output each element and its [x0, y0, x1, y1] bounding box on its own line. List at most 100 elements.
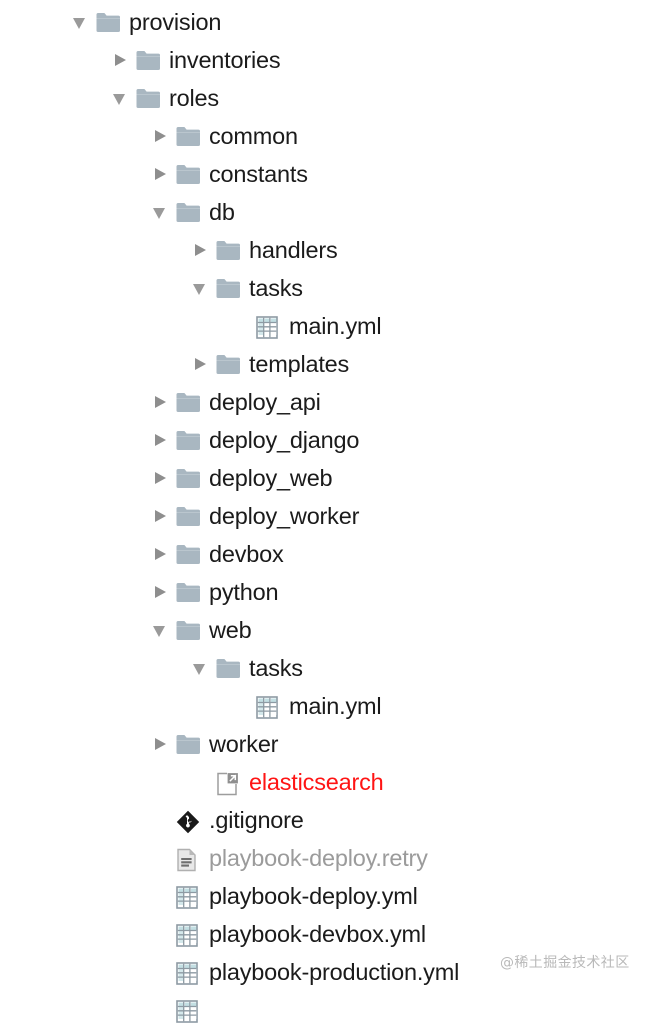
- tree-row[interactable]: tasks: [0, 269, 646, 307]
- tree-row-label: python: [209, 579, 279, 605]
- chevron-right-icon[interactable]: [148, 421, 174, 459]
- chevron-right-icon[interactable]: [148, 459, 174, 497]
- indent-spacer: [0, 212, 148, 213]
- tree-row-label: db: [209, 199, 235, 225]
- tree-row-label: devbox: [209, 541, 284, 567]
- folder-icon: [174, 497, 204, 535]
- tree-row-label: worker: [209, 731, 279, 757]
- tree-row[interactable]: roles: [0, 79, 646, 117]
- chevron-down-icon[interactable]: [148, 193, 174, 231]
- chevron-down-icon[interactable]: [108, 79, 134, 117]
- chevron-right-icon[interactable]: [148, 155, 174, 193]
- tree-row[interactable]: deploy_worker: [0, 497, 646, 535]
- tree-row-label: main.yml: [289, 693, 382, 719]
- folder-icon: [214, 269, 244, 307]
- twisty-placeholder: [148, 877, 174, 915]
- chevron-right-icon[interactable]: [148, 117, 174, 155]
- indent-spacer: [0, 478, 148, 479]
- indent-spacer: [0, 60, 108, 61]
- tree-row-label: tasks: [249, 275, 303, 301]
- chevron-right-icon[interactable]: [188, 231, 214, 269]
- tree-row[interactable]: deploy_django: [0, 421, 646, 459]
- chevron-right-icon[interactable]: [148, 497, 174, 535]
- folder-icon: [214, 231, 244, 269]
- tree-row[interactable]: deploy_web: [0, 459, 646, 497]
- folder-icon: [134, 79, 164, 117]
- tree-row-label: deploy_web: [209, 465, 333, 491]
- tree-row[interactable]: web: [0, 611, 646, 649]
- folder-icon: [174, 421, 204, 459]
- folder-icon: [214, 345, 244, 383]
- chevron-right-icon[interactable]: [148, 383, 174, 421]
- indent-spacer: [0, 98, 108, 99]
- tree-row[interactable]: [0, 991, 646, 1029]
- tree-row[interactable]: .gitignore: [0, 801, 646, 839]
- tree-row[interactable]: playbook-deploy.retry: [0, 839, 646, 877]
- text-file-icon: [174, 839, 204, 877]
- tree-row[interactable]: inventories: [0, 41, 646, 79]
- indent-spacer: [0, 592, 148, 593]
- tree-row[interactable]: main.yml: [0, 307, 646, 345]
- twisty-placeholder: [148, 801, 174, 839]
- indent-spacer: [0, 744, 148, 745]
- file-tree[interactable]: provision inventories roles common constants…: [0, 0, 646, 1029]
- chevron-down-icon[interactable]: [148, 611, 174, 649]
- tree-row[interactable]: templates: [0, 345, 646, 383]
- tree-row[interactable]: worker: [0, 725, 646, 763]
- tree-row-label: templates: [249, 351, 350, 377]
- tree-row[interactable]: common: [0, 117, 646, 155]
- indent-spacer: [0, 554, 148, 555]
- tree-row-label: inventories: [169, 47, 281, 73]
- tree-row-label: handlers: [249, 237, 338, 263]
- tree-row[interactable]: deploy_api: [0, 383, 646, 421]
- twisty-placeholder: [188, 763, 214, 801]
- indent-spacer: [0, 706, 228, 707]
- tree-row[interactable]: constants: [0, 155, 646, 193]
- yml-file-icon: [174, 915, 204, 953]
- indent-spacer: [0, 288, 188, 289]
- tree-row[interactable]: main.yml: [0, 687, 646, 725]
- tree-row[interactable]: elasticsearch: [0, 763, 646, 801]
- folder-icon: [174, 459, 204, 497]
- tree-row-label: constants: [209, 161, 308, 187]
- tree-row[interactable]: tasks: [0, 649, 646, 687]
- chevron-right-icon[interactable]: [108, 41, 134, 79]
- tree-row[interactable]: handlers: [0, 231, 646, 269]
- chevron-right-icon[interactable]: [188, 345, 214, 383]
- chevron-right-icon[interactable]: [148, 573, 174, 611]
- indent-spacer: [0, 516, 148, 517]
- chevron-down-icon[interactable]: [68, 3, 94, 41]
- tree-row-label: .gitignore: [209, 807, 304, 833]
- twisty-placeholder: [148, 915, 174, 953]
- tree-row-label: playbook-deploy.retry: [209, 845, 428, 871]
- yml-file-icon: [174, 953, 204, 991]
- chevron-right-icon[interactable]: [148, 535, 174, 573]
- tree-row-label: deploy_api: [209, 389, 321, 415]
- chevron-down-icon[interactable]: [188, 269, 214, 307]
- twisty-placeholder: [228, 687, 254, 725]
- folder-icon: [174, 117, 204, 155]
- tree-row-label: provision: [129, 9, 222, 35]
- indent-spacer: [0, 668, 188, 669]
- indent-spacer: [0, 820, 148, 821]
- folder-icon: [214, 649, 244, 687]
- twisty-placeholder: [148, 953, 174, 991]
- tree-row[interactable]: devbox: [0, 535, 646, 573]
- indent-spacer: [0, 174, 148, 175]
- tree-row-label: playbook-devbox.yml: [209, 921, 426, 947]
- tree-row[interactable]: python: [0, 573, 646, 611]
- tree-row[interactable]: playbook-deploy.yml: [0, 877, 646, 915]
- indent-spacer: [0, 22, 68, 23]
- folder-icon: [174, 611, 204, 649]
- chevron-right-icon[interactable]: [148, 725, 174, 763]
- indent-spacer: [0, 782, 188, 783]
- symlink-file-icon: [214, 763, 244, 801]
- folder-icon: [174, 573, 204, 611]
- indent-spacer: [0, 934, 148, 935]
- tree-row[interactable]: db: [0, 193, 646, 231]
- tree-row-label: main.yml: [289, 313, 382, 339]
- tree-row[interactable]: playbook-devbox.yml: [0, 915, 646, 953]
- tree-row-label: playbook-production.yml: [209, 959, 460, 985]
- tree-row[interactable]: provision: [0, 3, 646, 41]
- chevron-down-icon[interactable]: [188, 649, 214, 687]
